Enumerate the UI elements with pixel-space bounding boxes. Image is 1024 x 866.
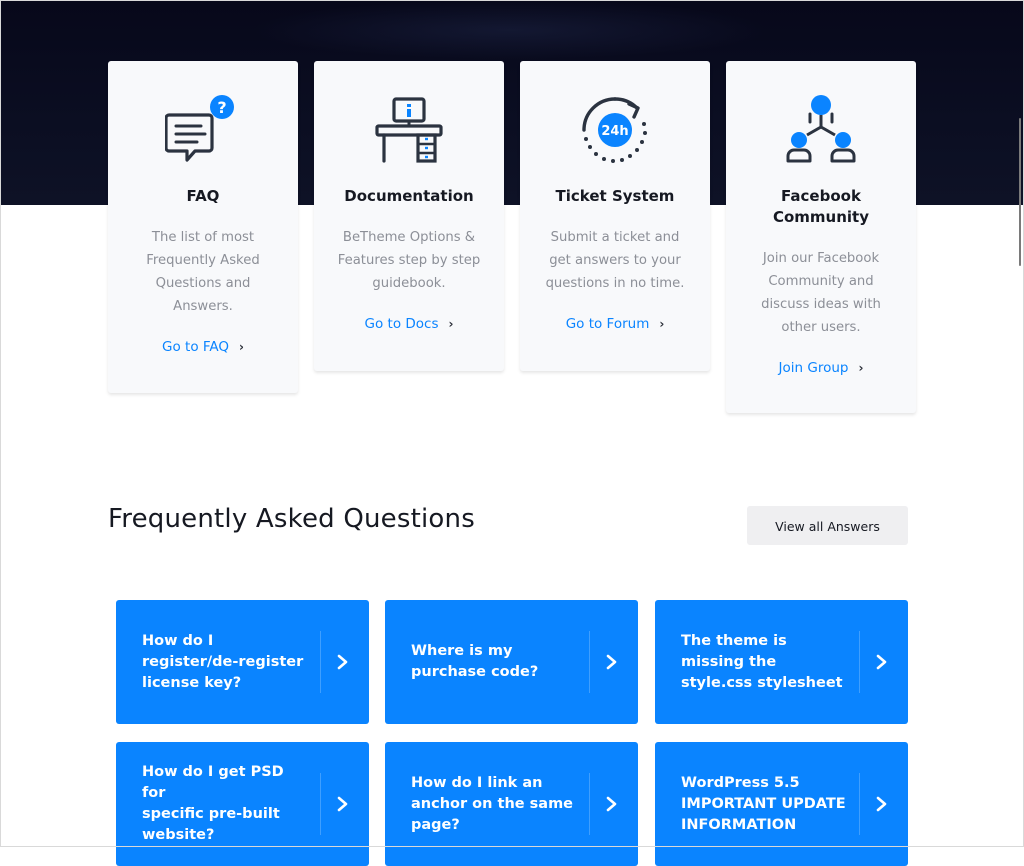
card-description: BeTheme Options & Features step by step … [337, 230, 481, 291]
divider [320, 631, 321, 693]
view-all-answers-button[interactable]: View all Answers [747, 506, 908, 545]
divider [320, 773, 321, 835]
card-ticket-system: 24h Ticket System Submit a ticket and ge… [520, 61, 710, 371]
card-title: Facebook Community [772, 187, 870, 226]
card-description: Submit a ticket and get answers to your … [545, 230, 685, 291]
svg-text:?: ? [217, 98, 226, 117]
faq-question-text: How do I register/de-register license ke… [142, 632, 304, 691]
clock-24h-icon: 24h [582, 97, 647, 163]
faq-question-box[interactable]: How do I register/de-register license ke… [116, 600, 369, 724]
faq-question-box[interactable]: The theme is missing the style.css style… [655, 600, 908, 724]
faq-section-title: Frequently Asked Questions [108, 504, 475, 534]
card-title: Documentation [344, 187, 474, 205]
chevron-right-icon [876, 796, 887, 812]
chevron-right-icon: › [858, 361, 864, 375]
faq-question-box[interactable]: How do I link an anchor on the same page… [385, 742, 638, 866]
faq-question-text: How do I get PSD for specific pre-built … [142, 764, 284, 843]
chevron-right-icon: › [448, 317, 454, 331]
divider [859, 773, 860, 835]
go-to-forum-link[interactable]: Go to Forum › [520, 314, 710, 334]
svg-text:24h: 24h [601, 124, 628, 139]
card-title: Ticket System [555, 187, 675, 205]
divider [589, 773, 590, 835]
join-group-link[interactable]: Join Group › [726, 358, 916, 378]
community-network-icon [786, 95, 856, 163]
chevron-right-icon [337, 796, 348, 812]
chevron-right-icon [606, 654, 617, 670]
faq-question-text: Where is my purchase code? [411, 643, 539, 680]
faq-chat-question-icon: ? [165, 95, 234, 162]
chevron-right-icon [876, 654, 887, 670]
chevron-right-icon: › [659, 317, 665, 331]
faq-question-text: How do I link an anchor on the same page… [411, 774, 574, 833]
chevron-right-icon: › [239, 340, 244, 354]
divider [859, 631, 860, 693]
card-facebook-community: Facebook Community Join our Facebook Com… [726, 61, 916, 413]
faq-question-box[interactable]: WordPress 5.5 IMPORTANT UPDATE INFORMATI… [655, 742, 908, 866]
card-documentation: Documentation BeTheme Options & Features… [314, 61, 504, 371]
desk-documentation-icon [375, 97, 443, 163]
faq-question-box[interactable]: Where is my purchase code? [385, 600, 638, 724]
card-faq: ? FAQ The list of most Frequently Asked … [108, 61, 298, 393]
faq-question-box[interactable]: How do I get PSD for specific pre-built … [116, 742, 369, 866]
go-to-docs-link[interactable]: Go to Docs › [314, 314, 504, 334]
go-to-faq-link[interactable]: Go to FAQ › [108, 337, 298, 357]
card-description: The list of most Frequently Asked Questi… [146, 230, 260, 314]
card-title: FAQ [186, 187, 220, 205]
card-description: Join our Facebook Community and discuss … [761, 251, 881, 335]
faq-question-text: The theme is missing the style.css style… [681, 632, 843, 691]
chevron-right-icon [606, 796, 617, 812]
chevron-right-icon [337, 654, 348, 670]
faq-question-text: WordPress 5.5 IMPORTANT UPDATE INFORMATI… [681, 774, 846, 833]
divider [589, 631, 590, 693]
page-scrollbar[interactable] [1019, 118, 1021, 266]
